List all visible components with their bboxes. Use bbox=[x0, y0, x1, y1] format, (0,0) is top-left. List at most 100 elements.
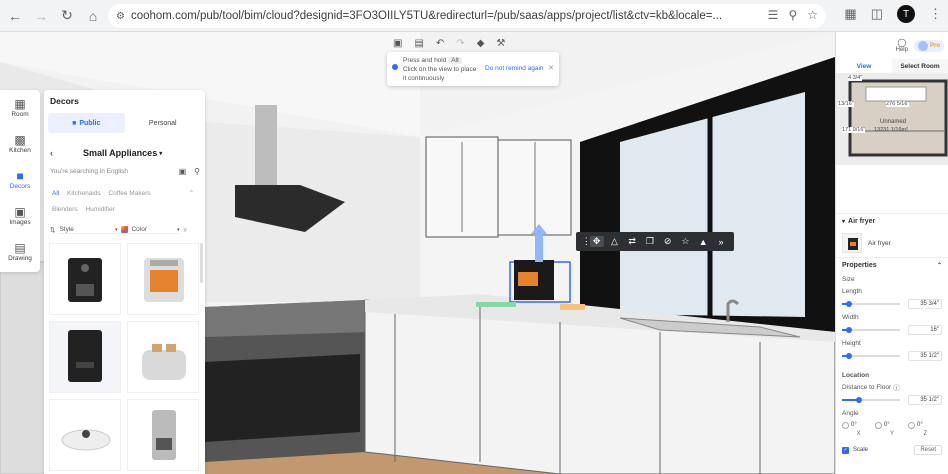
translate-icon[interactable]: ☰ bbox=[768, 8, 779, 22]
help-button[interactable]: ◯ Help bbox=[896, 38, 908, 53]
location-label: Location bbox=[842, 371, 870, 379]
duplicate-icon[interactable]: ❐ bbox=[643, 236, 657, 247]
angle-label: Angle bbox=[842, 409, 859, 417]
size-label: Size bbox=[842, 275, 855, 283]
floor-plan-minimap[interactable]: 4 3/4" 13/16" 276 5/16" Unnamed 13231 1/… bbox=[836, 73, 948, 165]
tab-view[interactable]: View bbox=[836, 59, 892, 73]
save-icon[interactable]: ▣ bbox=[393, 38, 402, 49]
scale-checkbox[interactable]: ✓ bbox=[842, 446, 849, 454]
eraser-icon[interactable]: ◆ bbox=[477, 38, 485, 49]
browser-menu-icon[interactable]: ⋮ bbox=[929, 6, 942, 22]
favorite-icon[interactable]: ☆ bbox=[678, 236, 692, 247]
delete-icon[interactable]: ▲ bbox=[696, 237, 710, 247]
distance-input[interactable]: 35 1/2" bbox=[908, 395, 942, 405]
forward-icon[interactable]: → bbox=[28, 3, 54, 29]
address-bar[interactable]: ⚙ coohom.com/pub/tool/bim/cloud?designid… bbox=[108, 4, 826, 28]
pro-badge[interactable]: Pro bbox=[913, 39, 944, 52]
width-slider[interactable] bbox=[842, 327, 900, 333]
camera-icon[interactable]: ▤ bbox=[414, 38, 423, 49]
scale-row: ✓ Scale Reset bbox=[836, 441, 948, 459]
reload-icon[interactable]: ↻ bbox=[54, 3, 80, 29]
bookmark-star-icon[interactable]: ☆ bbox=[807, 8, 818, 22]
rail-item-room[interactable]: ▦ Room bbox=[0, 90, 40, 126]
category-dropdown[interactable]: Small Appliances bbox=[83, 148, 157, 158]
width-row: 16" bbox=[836, 323, 948, 337]
dim-bottom: 171 9/16" bbox=[842, 127, 866, 133]
distance-slider[interactable] bbox=[842, 397, 900, 403]
close-icon[interactable]: ✕ bbox=[548, 64, 554, 73]
rail-item-decors[interactable]: ■ Decors bbox=[0, 162, 40, 198]
angle-x-input[interactable]: 0° bbox=[842, 421, 872, 429]
product-coffee-maker[interactable] bbox=[127, 399, 199, 471]
home-icon[interactable]: ⌂ bbox=[80, 3, 106, 29]
angle-row: 0° 0° 0° bbox=[836, 419, 948, 431]
rail-item-kitchen[interactable]: ▩ Kitchen bbox=[0, 126, 40, 162]
properties-header[interactable]: Properties ⌃ bbox=[836, 257, 948, 273]
tab-personal[interactable]: Personal bbox=[125, 113, 202, 133]
rail-item-images[interactable]: ▣ Images bbox=[0, 198, 40, 234]
sub-tab-coffee-makers[interactable]: Coffee Makers bbox=[108, 190, 150, 197]
decors-icon: ■ bbox=[16, 169, 24, 183]
dial-icon bbox=[875, 421, 882, 429]
profile-avatar[interactable]: T bbox=[897, 5, 915, 23]
sub-tab-kitchenaids[interactable]: Kitchenaids bbox=[67, 190, 101, 197]
product-toaster[interactable] bbox=[127, 321, 199, 393]
search-icon[interactable]: ⚲ bbox=[194, 167, 200, 176]
style-filter[interactable]: Style ▾ bbox=[59, 226, 118, 234]
sub-tabs: All Kitchenaids Coffee Makers ⌃ Blenders… bbox=[52, 186, 200, 218]
tip-key: Alt bbox=[448, 57, 462, 64]
width-input[interactable]: 16" bbox=[908, 325, 942, 335]
angle-y-input[interactable]: 0° bbox=[875, 421, 905, 429]
collapse-icon[interactable]: ⌃ bbox=[189, 186, 194, 202]
kitchen-icon: ▩ bbox=[14, 133, 26, 147]
length-input[interactable]: 35 3/4" bbox=[908, 299, 942, 309]
sort-icon[interactable]: ⇅ bbox=[50, 226, 55, 234]
chevron-down-icon: ▾ bbox=[159, 150, 163, 157]
product-robot-vacuum[interactable] bbox=[49, 399, 121, 471]
site-info-icon[interactable]: ⚙ bbox=[116, 11, 125, 22]
replace-icon[interactable]: ⇄ bbox=[625, 236, 639, 247]
chevron-down-icon: ▾ bbox=[114, 226, 118, 233]
drag-handle-icon[interactable]: ⋮ bbox=[582, 236, 591, 247]
length-slider[interactable] bbox=[842, 301, 900, 307]
sidebar-icon[interactable]: ◫ bbox=[871, 6, 883, 22]
undo-icon[interactable]: ↶ bbox=[436, 38, 444, 49]
color-swatch-icon bbox=[121, 226, 129, 233]
tools-icon[interactable]: ⚒ bbox=[496, 38, 505, 49]
sub-tab-blenders[interactable]: Blenders bbox=[52, 206, 78, 213]
hide-icon[interactable]: ⊘ bbox=[661, 236, 675, 247]
tab-public[interactable]: ■ Public bbox=[48, 113, 125, 133]
rail-item-drawing[interactable]: ▤ Drawing bbox=[0, 234, 40, 270]
distance-label: Distance to Floor ⓘ bbox=[842, 383, 900, 393]
air-fryer-black-icon bbox=[68, 330, 102, 382]
product-coffee-machine[interactable] bbox=[49, 243, 121, 315]
air-fryer-icon bbox=[848, 238, 858, 250]
sub-tab-all[interactable]: All bbox=[52, 190, 59, 197]
more-icon[interactable]: » bbox=[714, 237, 728, 247]
image-search-icon[interactable]: ▣ bbox=[179, 167, 187, 176]
dim-mid: 276 5/16" bbox=[886, 101, 910, 107]
back-icon[interactable]: ← bbox=[2, 3, 28, 29]
drawing-icon: ▤ bbox=[14, 241, 26, 255]
object-header[interactable]: ▾ Air fryer bbox=[836, 213, 948, 229]
panel-scrollbar[interactable] bbox=[200, 243, 203, 283]
dismiss-tip-link[interactable]: Do not remind again bbox=[485, 64, 544, 73]
search-input[interactable]: You're searching in English bbox=[50, 168, 128, 175]
angle-z-input[interactable]: 0° bbox=[908, 421, 938, 429]
move-icon[interactable]: ✥ bbox=[589, 236, 604, 247]
height-input[interactable]: 35 1/2" bbox=[908, 351, 942, 361]
zoom-icon[interactable]: ⚲ bbox=[788, 8, 797, 22]
product-air-fryer[interactable] bbox=[127, 243, 199, 315]
filter-icon[interactable]: ▿ bbox=[183, 226, 186, 234]
tab-select-room[interactable]: Select Room bbox=[892, 59, 948, 73]
mirror-icon[interactable]: △ bbox=[607, 236, 621, 247]
extensions-icon[interactable]: ▦ bbox=[844, 6, 856, 22]
product-air-fryer-black[interactable] bbox=[49, 321, 121, 393]
reset-button[interactable]: Reset bbox=[914, 445, 942, 455]
redo-icon[interactable]: ↷ bbox=[456, 38, 464, 49]
back-chevron-icon[interactable]: ‹ bbox=[50, 148, 53, 158]
sub-tab-humidifier[interactable]: Humidifier bbox=[85, 206, 114, 213]
height-slider[interactable] bbox=[842, 353, 900, 359]
room-area: 13231 1/16m² bbox=[874, 127, 908, 133]
color-filter[interactable]: Color ▾ bbox=[121, 226, 180, 234]
